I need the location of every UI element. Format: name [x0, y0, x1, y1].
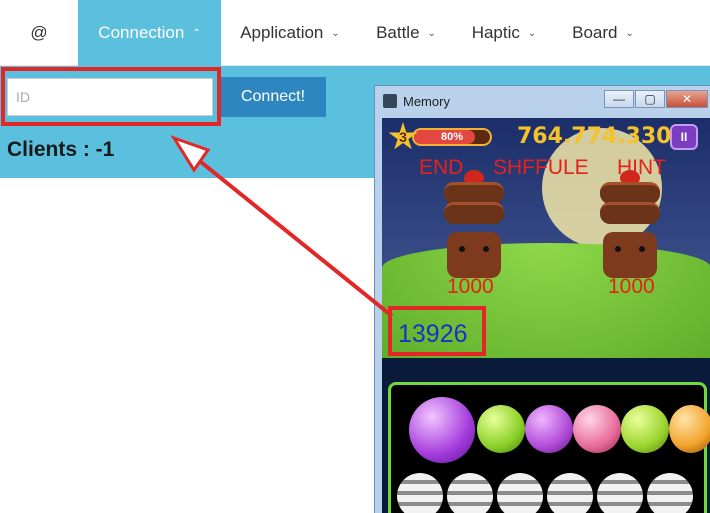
annotation-arrow: [170, 135, 394, 318]
page: @ Connection ⌃ Application ⌄ Battle ⌄ Ha…: [0, 0, 710, 513]
arrow-line: [184, 148, 394, 318]
